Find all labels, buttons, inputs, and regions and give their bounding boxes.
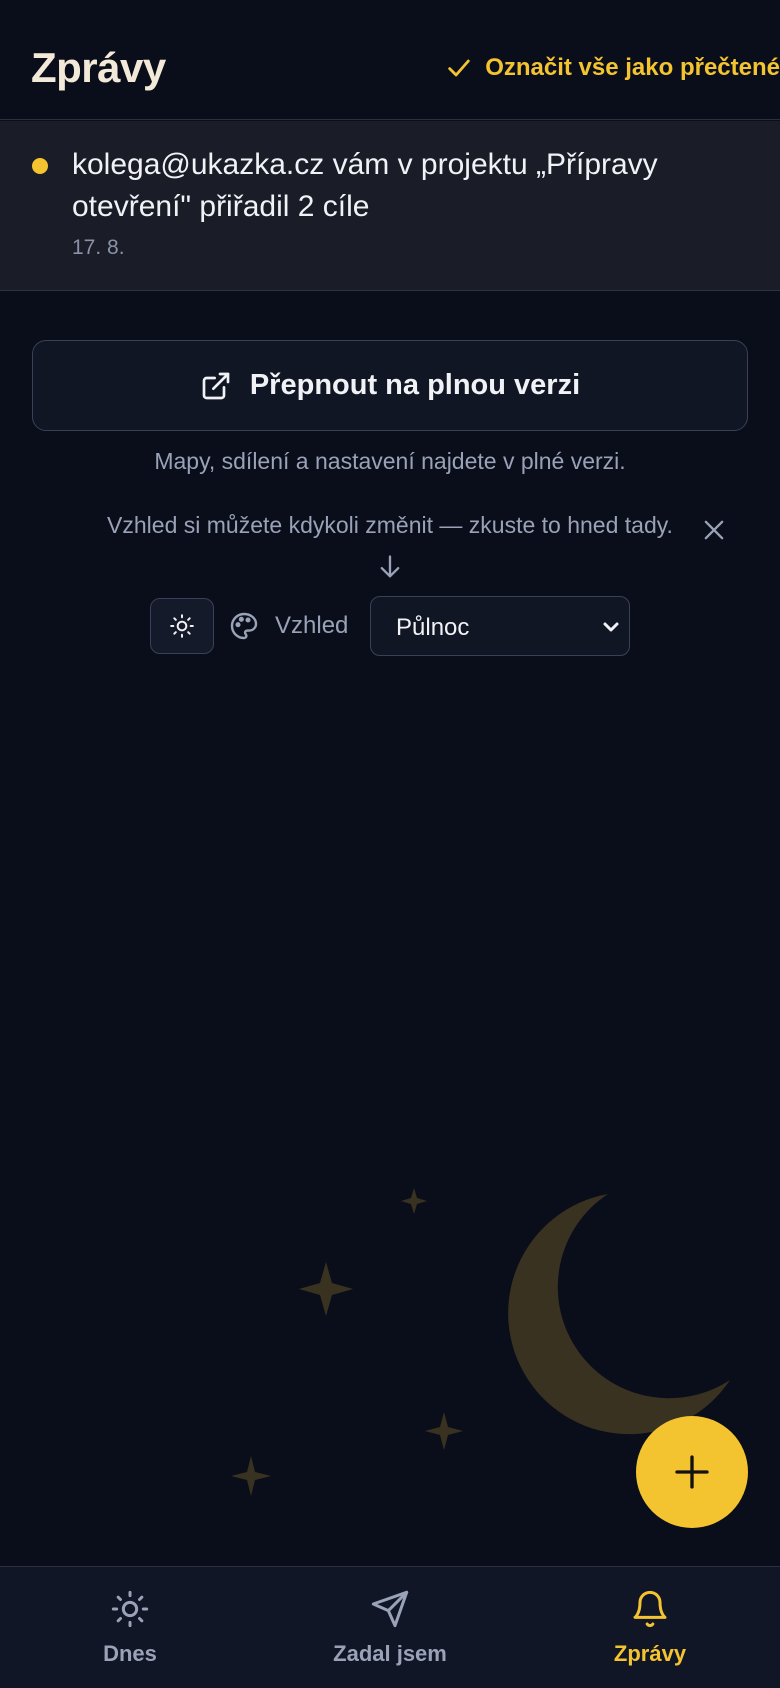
star-icon (425, 1412, 463, 1450)
mark-all-read-label: Označit vše jako přečtené (485, 54, 780, 81)
star-icon (299, 1262, 353, 1316)
unread-dot (32, 158, 48, 174)
page-header: Zprávy Označit vše jako přečtené (0, 0, 780, 120)
notification-text: kolega@ukazka.cz vám v projektu „Příprav… (72, 148, 658, 223)
nav-item-assigned[interactable]: Zadal jsem (260, 1567, 520, 1688)
appearance-hint: Vzhled si můžete kdykoli změnit — zkuste… (107, 512, 673, 538)
add-button[interactable] (636, 1416, 748, 1528)
theme-select[interactable]: Půlnoc (370, 596, 630, 656)
page-title: Zprávy (31, 44, 166, 91)
light-mode-button[interactable] (150, 598, 214, 654)
sun-icon (111, 1590, 149, 1628)
nav-item-today[interactable]: Dnes (0, 1567, 260, 1688)
send-icon (371, 1590, 409, 1628)
palette-icon (230, 612, 258, 640)
chevron-down-icon (603, 622, 619, 632)
appearance-row: Vzhled Půlnoc (0, 596, 780, 656)
nav-label-assigned: Zadal jsem (333, 1641, 447, 1666)
full-version-hint: Mapy, sdílení a nastavení najdete v plné… (154, 448, 626, 474)
star-icon (231, 1456, 271, 1496)
nav-item-messages[interactable]: Zprávy (520, 1567, 780, 1688)
nav-label-today: Dnes (103, 1641, 157, 1666)
switch-button-label: Přepnout na plnou verzi (249, 369, 581, 401)
notification-date: 17. 8. (72, 236, 125, 259)
mark-all-read-button[interactable]: Označit vše jako přečtené (445, 50, 780, 86)
close-icon[interactable] (700, 516, 728, 544)
sun-icon (170, 614, 194, 638)
nav-label-messages: Zprávy (613, 1641, 687, 1666)
bell-icon (633, 1590, 667, 1628)
theme-select-value: Půlnoc (396, 614, 470, 641)
plus-icon (675, 1455, 709, 1489)
moon-icon (508, 1194, 730, 1435)
star-icon (401, 1188, 427, 1214)
appearance-label: Vzhled (275, 612, 349, 639)
switch-to-full-version-button[interactable]: Přepnout na plnou verzi (32, 340, 748, 431)
external-link-icon (202, 372, 230, 399)
arrow-down-icon (380, 555, 400, 578)
check-icon (448, 59, 470, 77)
bottom-nav: Dnes Zadal jsem Zprávy (0, 1566, 780, 1688)
